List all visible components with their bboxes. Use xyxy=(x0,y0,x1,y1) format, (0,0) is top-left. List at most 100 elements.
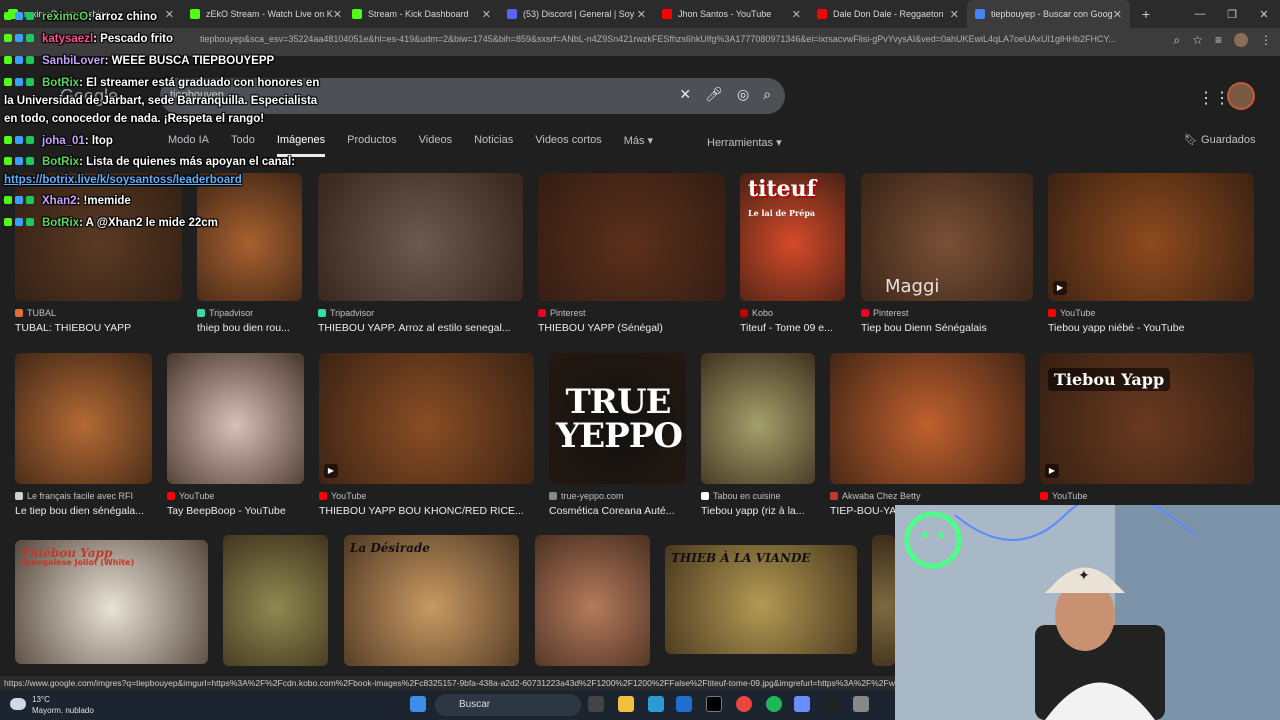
browser-tab[interactable]: Stream - Kick Dashboard ✕ xyxy=(344,0,499,28)
settings-icon[interactable] xyxy=(853,696,869,712)
tab-noticias[interactable]: Noticias xyxy=(474,134,513,157)
result-title[interactable]: Tiebou yapp (riz à la... xyxy=(701,505,805,517)
google-apps-icon[interactable]: ⋮⋮ xyxy=(1198,88,1230,108)
tab-close-icon[interactable]: ✕ xyxy=(333,8,342,21)
extensions-icon[interactable]: ≡ xyxy=(1215,33,1222,48)
source-favicon-icon xyxy=(538,309,546,317)
chat-badges-icon xyxy=(4,192,42,210)
image-result-thumbnail[interactable] xyxy=(830,353,1025,484)
bookmark-star-icon[interactable]: ☆ xyxy=(1192,33,1203,48)
tab-más[interactable]: Más ▾ xyxy=(624,134,653,157)
image-result-thumbnail[interactable] xyxy=(1048,173,1254,301)
image-result-thumbnail[interactable] xyxy=(167,353,304,484)
result-title[interactable]: Tiep bou Dienn Sénégalais xyxy=(861,322,987,334)
yandex-icon[interactable] xyxy=(706,696,722,712)
result-title[interactable]: THIEBOU YAPP. Arroz al estilo senegal... xyxy=(318,322,511,334)
tab-productos[interactable]: Productos xyxy=(347,134,397,157)
taskbar-search[interactable]: Buscar xyxy=(435,694,581,716)
result-source[interactable]: Pinterest xyxy=(861,308,909,318)
chat-username[interactable]: joha_01 xyxy=(42,135,85,147)
store-icon[interactable] xyxy=(676,696,692,712)
result-title[interactable]: thiep bou dien rou... xyxy=(197,322,290,334)
minimize-icon[interactable]: — xyxy=(1184,0,1216,28)
tab-close-icon[interactable]: ✕ xyxy=(792,8,801,21)
chat-username[interactable]: SanbiLover xyxy=(42,55,105,67)
image-result-thumbnail[interactable] xyxy=(535,535,650,666)
chrome-icon[interactable] xyxy=(736,696,752,712)
file-explorer-icon[interactable] xyxy=(618,696,634,712)
chat-username[interactable]: BotRix xyxy=(42,217,79,229)
result-source[interactable]: Akwaba Chez Betty xyxy=(830,491,921,501)
saved-link[interactable]: 🔖︎ Guardados xyxy=(1184,133,1255,146)
result-source[interactable]: Tabou en cuisine xyxy=(701,491,781,501)
result-title[interactable]: Le tiep bou dien sénégala... xyxy=(15,505,144,517)
url-field[interactable]: tiepbouyep&sca_esv=35224aa48104051e&hl=e… xyxy=(200,34,1145,44)
result-title[interactable]: Titeuf - Tome 09 e... xyxy=(740,322,833,334)
result-title[interactable]: Tiebou yapp niébé - YouTube xyxy=(1048,322,1184,334)
image-result-thumbnail[interactable] xyxy=(197,173,302,301)
image-result-thumbnail[interactable] xyxy=(701,353,815,484)
result-source[interactable]: true-yeppo.com xyxy=(549,491,624,501)
image-result-thumbnail[interactable] xyxy=(319,353,534,484)
result-title[interactable]: Tay BeepBoop - YouTube xyxy=(167,505,286,517)
browser-tab[interactable]: Jhon Santos - YouTube ✕ xyxy=(654,0,809,28)
image-result-thumbnail[interactable] xyxy=(318,173,523,301)
result-title[interactable]: Cosmética Coreana Auté... xyxy=(549,505,674,517)
edge-icon[interactable] xyxy=(648,696,664,712)
result-title[interactable]: THIEBOU YAPP (Sénégal) xyxy=(538,322,663,334)
result-source[interactable]: Kobo xyxy=(740,308,773,318)
weather-widget[interactable]: 13°C Mayorm. nublado xyxy=(32,694,94,716)
browser-tab[interactable]: zEkO Stream - Watch Live on K ✕ xyxy=(182,0,344,28)
windows-start-icon[interactable] xyxy=(410,696,426,712)
chat-username[interactable]: katysaezl xyxy=(42,33,93,45)
chat-username[interactable]: reximcO xyxy=(42,11,88,23)
result-title[interactable]: TUBAL: THIEBOU YAPP xyxy=(15,322,131,334)
image-result-thumbnail[interactable] xyxy=(223,535,328,666)
microphone-icon[interactable]: 🎤︎ xyxy=(705,86,723,103)
clear-search-icon[interactable]: ✕ xyxy=(679,86,691,103)
search-icon[interactable]: ⌕ xyxy=(763,86,771,103)
account-avatar[interactable] xyxy=(1227,82,1255,110)
result-source[interactable]: Le français facile avec RFI xyxy=(15,491,133,501)
result-source[interactable]: TUBAL xyxy=(15,308,56,318)
image-result-thumbnail[interactable] xyxy=(15,353,152,484)
close-window-icon[interactable]: ✕ xyxy=(1248,0,1280,28)
tab-close-icon[interactable]: ✕ xyxy=(482,8,491,21)
tab-close-icon[interactable]: ✕ xyxy=(1113,8,1122,21)
result-source[interactable]: YouTube xyxy=(1040,491,1087,501)
notepad-icon[interactable] xyxy=(794,696,810,712)
tab-close-icon[interactable]: ✕ xyxy=(165,8,174,21)
result-source[interactable]: YouTube xyxy=(319,491,366,501)
chat-username[interactable]: Xhan2 xyxy=(42,195,77,207)
tab-videos-cortos[interactable]: Videos cortos xyxy=(535,134,601,157)
menu-dots-icon[interactable]: ⋮ xyxy=(1260,33,1272,48)
new-tab-icon[interactable]: + xyxy=(1136,6,1156,22)
result-source[interactable]: YouTube xyxy=(1048,308,1095,318)
browser-tab[interactable]: tiepbouyep - Buscar con Goog ✕ xyxy=(967,0,1130,28)
maximize-icon[interactable]: ❐ xyxy=(1216,0,1248,28)
image-result-thumbnail[interactable] xyxy=(538,173,725,301)
result-title[interactable]: TIEP-BOU-YA... xyxy=(830,505,905,517)
tab-videos[interactable]: Videos xyxy=(419,134,452,157)
obs-icon[interactable] xyxy=(824,696,840,712)
profile-avatar-small[interactable] xyxy=(1234,33,1248,47)
browser-tab[interactable]: Dale Don Dale - Reggaeton ✕ xyxy=(809,0,967,28)
result-source[interactable]: Tripadvisor xyxy=(197,308,253,318)
browser-tab[interactable]: (53) Discord | General | Soy ✕ xyxy=(499,0,654,28)
tools-menu[interactable]: Herramientas ▾ xyxy=(707,136,782,149)
tab-close-icon[interactable]: ✕ xyxy=(637,8,646,21)
chat-username[interactable]: BotRix xyxy=(42,156,79,168)
result-title[interactable]: THIEBOU YAPP BOU KHONC/RED RICE... xyxy=(319,505,524,517)
result-source[interactable]: Tripadvisor xyxy=(318,308,374,318)
webcam-overlay: ✦ xyxy=(895,505,1280,720)
tab-close-icon[interactable]: ✕ xyxy=(950,8,959,21)
task-view-icon[interactable] xyxy=(588,696,604,712)
image-result-thumbnail[interactable] xyxy=(872,535,895,666)
chat-text[interactable]: https://botrix.live/k/soysantoss/leaderb… xyxy=(4,174,242,186)
chat-username[interactable]: BotRix xyxy=(42,77,79,89)
zoom-icon[interactable]: ⌕ xyxy=(1173,33,1180,48)
spotify-icon[interactable] xyxy=(766,696,782,712)
result-source[interactable]: Pinterest xyxy=(538,308,586,318)
lens-camera-icon[interactable]: ◎ xyxy=(737,86,749,103)
result-source[interactable]: YouTube xyxy=(167,491,214,501)
